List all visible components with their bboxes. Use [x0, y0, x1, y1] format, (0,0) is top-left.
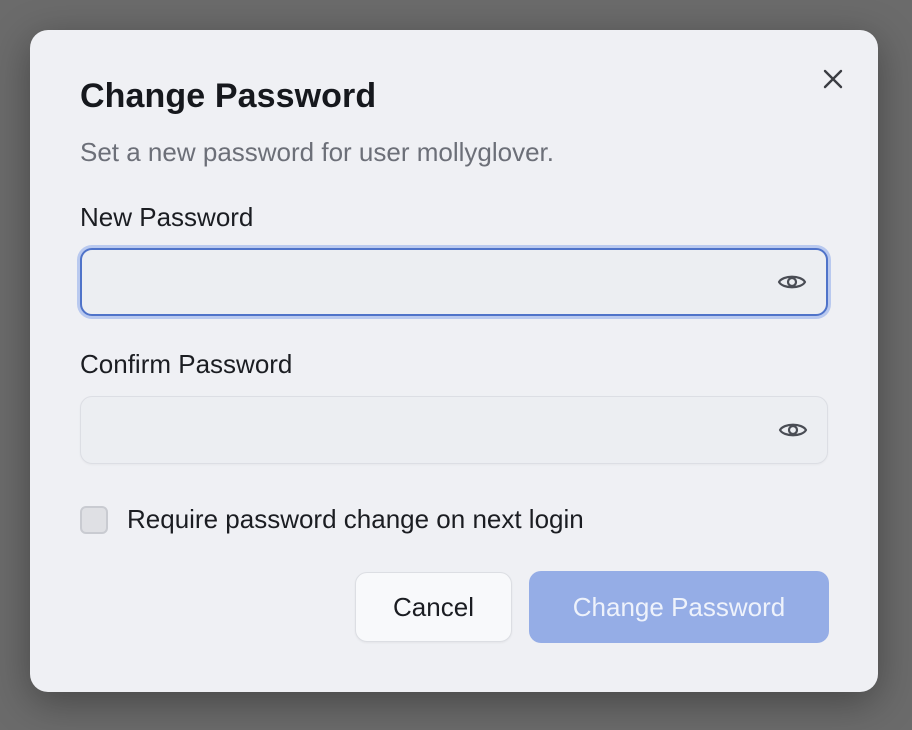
- confirm-password-label: Confirm Password: [80, 349, 293, 379]
- new-password-visibility-toggle[interactable]: [776, 266, 808, 298]
- require-change-row: Require password change on next login: [80, 504, 584, 535]
- new-password-input[interactable]: [82, 250, 742, 314]
- eye-icon: [777, 275, 807, 289]
- require-change-label[interactable]: Require password change on next login: [127, 504, 584, 535]
- new-password-field: [80, 248, 828, 316]
- change-password-dialog: Change Password Set a new password for u…: [30, 30, 878, 692]
- dialog-title: Change Password: [80, 77, 377, 115]
- eye-icon: [778, 423, 808, 437]
- close-icon: [823, 69, 843, 89]
- new-password-label: New Password: [80, 202, 254, 232]
- change-password-button[interactable]: Change Password: [529, 571, 829, 643]
- require-change-checkbox[interactable]: [80, 505, 108, 534]
- confirm-password-field: [80, 396, 828, 464]
- close-button[interactable]: [818, 64, 848, 94]
- confirm-password-visibility-toggle[interactable]: [777, 414, 809, 446]
- confirm-password-input[interactable]: [81, 397, 741, 463]
- dialog-subtitle: Set a new password for user mollyglover.: [80, 137, 554, 167]
- cancel-button[interactable]: Cancel: [355, 572, 512, 642]
